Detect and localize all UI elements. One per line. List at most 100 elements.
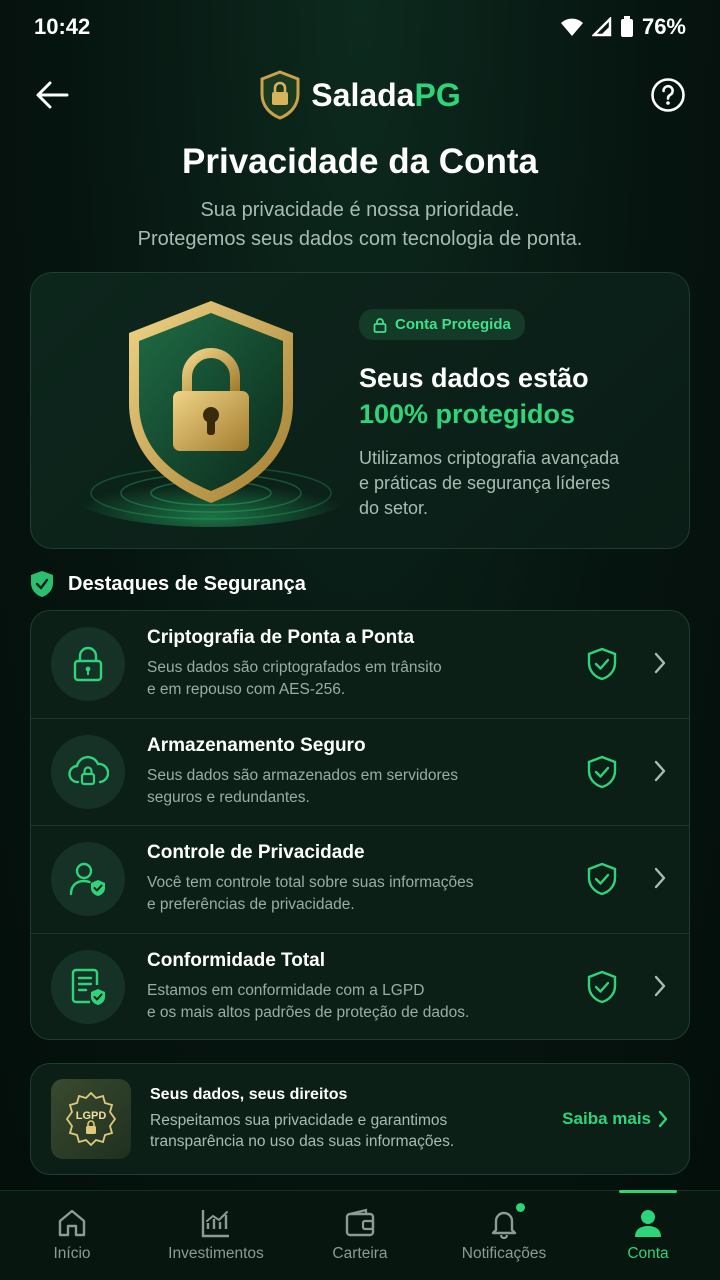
bottom-navigation: Início Investimentos Carteira Notificaçõ… xyxy=(0,1190,720,1280)
feature-compliance[interactable]: Conformidade Total Estamos em conformida… xyxy=(31,934,689,1040)
chevron-right-icon xyxy=(654,867,666,889)
learn-more-link[interactable]: Saiba mais xyxy=(562,1109,669,1129)
user-icon xyxy=(635,1210,661,1237)
top-app-bar: Salada PG xyxy=(0,62,720,128)
lgpd-text: LGPD xyxy=(76,1110,107,1122)
signal-icon xyxy=(591,17,612,37)
feature-icon-wrap xyxy=(51,950,125,1025)
feature-desc-line: e em repouso com AES-256. xyxy=(147,681,346,699)
shield-lock-logo-icon xyxy=(260,70,300,120)
logo-text-pg: PG xyxy=(414,76,461,113)
feature-desc-line: Você tem controle total sobre suas infor… xyxy=(147,874,474,892)
feature-description: Você tem controle total sobre suas infor… xyxy=(147,872,547,916)
feature-desc-line: e preferências de privacidade. xyxy=(147,896,355,914)
nav-item-account[interactable]: Conta xyxy=(578,1190,718,1263)
rights-title: Seus dados, seus direitos xyxy=(150,1086,348,1103)
feature-icon-wrap xyxy=(51,627,125,702)
page-title: Privacidade da Conta xyxy=(182,142,538,181)
feature-text: Conformidade Total Estamos em conformida… xyxy=(147,950,547,1024)
feature-text: Armazenamento Seguro Seus dados são arma… xyxy=(147,735,547,809)
hero-desc-line-1: Utilizamos criptografia avançada xyxy=(359,448,620,468)
nav-item-investments[interactable]: Investimentos xyxy=(146,1191,286,1263)
feature-title: Controle de Privacidade xyxy=(147,842,365,864)
feature-title: Armazenamento Seguro xyxy=(147,734,366,756)
chevron-right-icon xyxy=(654,760,666,781)
feature-desc-line: Estamos em conformidade com a LGPD xyxy=(147,982,425,1000)
feature-description: Seus dados são armazenados em servidores… xyxy=(147,765,547,809)
shield-check-icon xyxy=(587,862,617,896)
battery-icon xyxy=(620,16,633,37)
chevron-right-icon xyxy=(654,652,666,674)
chevron-right-icon xyxy=(654,975,666,996)
nav-label: Conta xyxy=(627,1245,669,1262)
learn-more-label: Saiba mais xyxy=(562,1109,651,1128)
feature-desc-line: Seus dados são armazenados em servidores xyxy=(147,766,459,784)
feature-encryption[interactable]: Criptografia de Ponta a Ponta Seus dados… xyxy=(31,611,689,719)
feature-title: Conformidade Total xyxy=(147,950,326,972)
shield-check-icon xyxy=(587,970,617,1003)
account-protected-badge: Conta Protegida xyxy=(359,309,525,340)
logo-text-salada: Salada xyxy=(311,76,415,113)
security-features-list: Criptografia de Ponta a Ponta Seus dados… xyxy=(30,610,690,1040)
shield-check-icon xyxy=(587,647,617,681)
nav-item-wallet[interactable]: Carteira xyxy=(290,1191,430,1263)
chevron-right-icon xyxy=(658,1110,668,1128)
lock-icon xyxy=(373,317,387,333)
hero-desc-line-3: do setor. xyxy=(359,498,429,518)
notification-dot xyxy=(516,1203,525,1212)
section-title: Destaques de Segurança xyxy=(68,572,306,595)
lgpd-seal: LGPD xyxy=(51,1079,131,1159)
help-circle-icon xyxy=(651,78,685,112)
app-logo: Salada PG xyxy=(259,70,461,120)
feature-text: Controle de Privacidade Você tem control… xyxy=(147,842,547,916)
nav-item-home[interactable]: Início xyxy=(2,1191,142,1263)
help-button[interactable] xyxy=(646,73,690,117)
badge-label: Conta Protegida xyxy=(395,316,511,333)
rights-desc-line: transparência no uso das suas informaçõe… xyxy=(150,1133,455,1150)
feature-desc-line: e os mais altos padrões de proteção de d… xyxy=(147,1004,470,1022)
hero-description: Utilizamos criptografia avançada e práti… xyxy=(359,446,669,521)
protection-hero-card: Conta Protegida Seus dados estão 100% pr… xyxy=(30,272,690,549)
chart-icon xyxy=(201,1210,229,1238)
wallet-icon xyxy=(345,1208,375,1237)
feature-description: Estamos em conformidade com a LGPD e os … xyxy=(147,980,547,1024)
active-indicator xyxy=(619,1190,677,1193)
cloud-lock-icon xyxy=(68,755,109,785)
hero-heading-highlight: 100% protegidos xyxy=(359,399,576,429)
wifi-icon xyxy=(560,18,583,36)
feature-icon-wrap xyxy=(51,842,125,917)
back-button[interactable] xyxy=(30,73,74,117)
shield-check-icon xyxy=(31,571,53,597)
feature-desc-line: seguros e redundantes. xyxy=(147,788,310,806)
shield-check-icon xyxy=(587,755,617,788)
nav-label: Investimentos xyxy=(168,1245,264,1262)
hero-desc-line-2: e práticas de segurança líderes xyxy=(359,473,611,493)
subtitle-line-2: Protegemos seus dados com tecnologia de … xyxy=(137,228,583,250)
nav-item-notifications[interactable]: Notificações xyxy=(434,1191,574,1263)
feature-title: Criptografia de Ponta a Ponta xyxy=(147,627,415,649)
rights-text: Seus dados, seus direitos Respeitamos su… xyxy=(150,1086,510,1152)
status-time: 10:42 xyxy=(34,14,91,39)
nav-label: Início xyxy=(53,1245,91,1262)
security-highlights-header: Destaques de Segurança xyxy=(30,570,306,598)
feature-privacy-control[interactable]: Controle de Privacidade Você tem control… xyxy=(31,826,689,934)
hero-heading: Seus dados estão xyxy=(359,363,589,393)
hero-text: Conta Protegida Seus dados estão 100% pr… xyxy=(359,309,669,521)
battery-percent: 76% xyxy=(641,14,686,39)
feature-text: Criptografia de Ponta a Ponta Seus dados… xyxy=(147,627,547,701)
rights-description: Respeitamos sua privacidade e garantimos… xyxy=(150,1110,510,1152)
page-subtitle: Sua privacidade é nossa prioridade. Prot… xyxy=(0,196,720,254)
feature-desc-line: Seus dados são criptografados em trânsit… xyxy=(147,659,442,677)
lock-icon xyxy=(73,647,103,682)
user-shield-icon xyxy=(69,863,105,897)
feature-icon-wrap xyxy=(51,734,125,809)
document-shield-icon xyxy=(71,969,105,1006)
data-rights-card[interactable]: LGPD Seus dados, seus direitos Respeitam… xyxy=(30,1063,690,1175)
nav-label: Notificações xyxy=(461,1245,547,1262)
rights-desc-line: Respeitamos sua privacidade e garantimos xyxy=(150,1112,448,1129)
feature-secure-storage[interactable]: Armazenamento Seguro Seus dados são arma… xyxy=(31,719,689,826)
status-icons: 76% xyxy=(560,14,686,40)
feature-description: Seus dados são criptografados em trânsit… xyxy=(147,657,547,701)
status-bar: 10:42 76% xyxy=(0,0,720,54)
home-icon xyxy=(58,1209,86,1237)
